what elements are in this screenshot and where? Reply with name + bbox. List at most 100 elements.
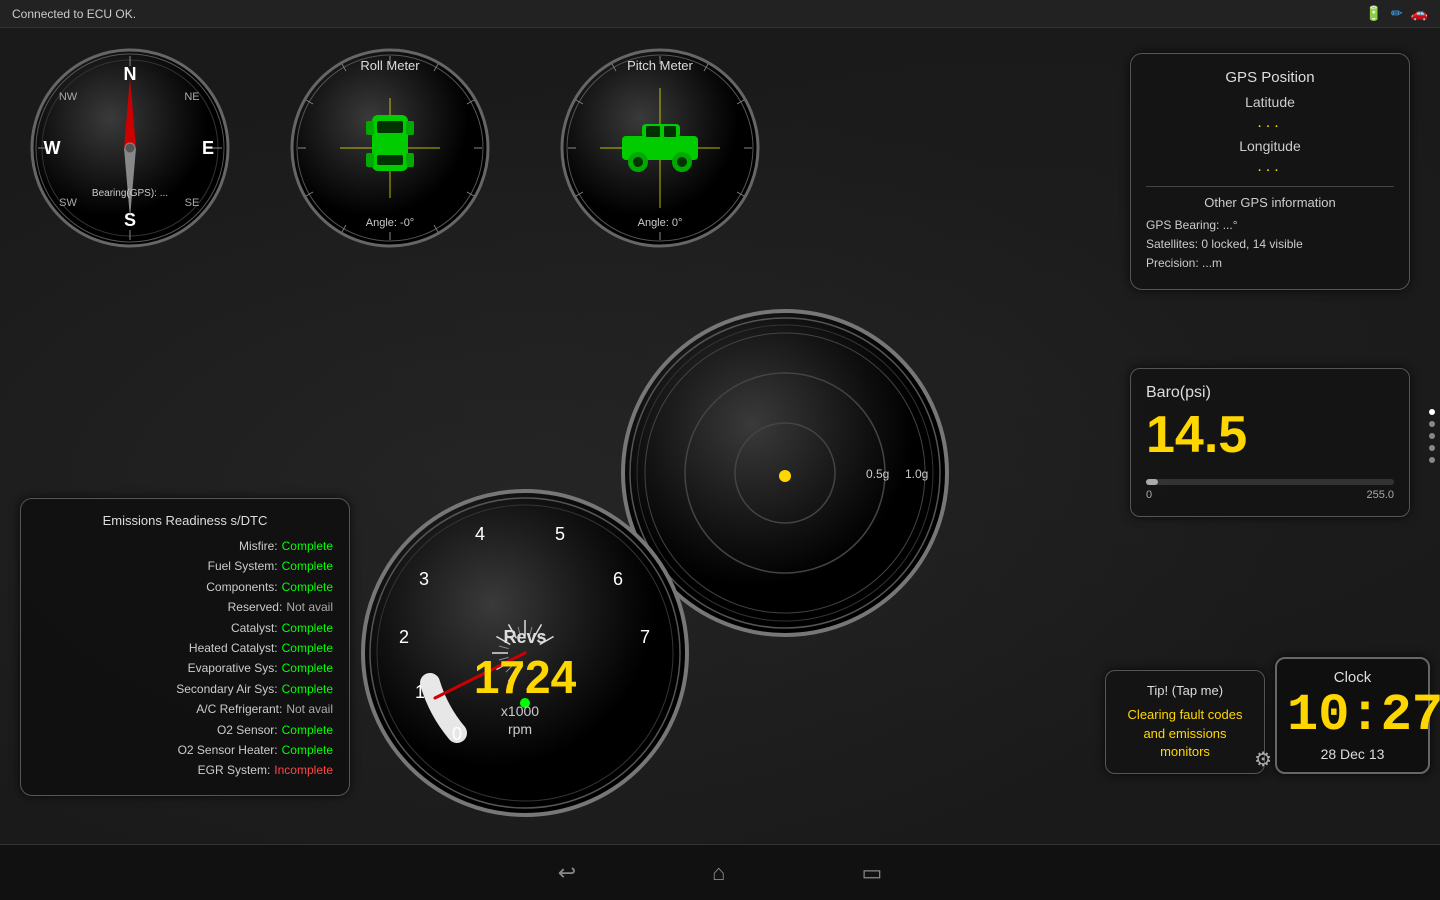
pitch-gauge: Pitch Meter Angle: 0°: [560, 48, 760, 248]
svg-text:Revs: Revs: [503, 627, 546, 647]
battery-icon: 🔋: [1365, 5, 1382, 22]
emissions-value: Complete: [282, 638, 333, 658]
gps-satellites: Satellites: 0 locked, 14 visible: [1146, 235, 1394, 254]
emissions-row: Secondary Air Sys:Complete: [37, 679, 333, 699]
pitch-meter[interactable]: Pitch Meter Angle: 0°: [560, 48, 760, 248]
nav-bar: ↩ ⌂ ▭: [0, 844, 1440, 900]
emissions-key: Components:: [206, 577, 277, 597]
emissions-key: Misfire:: [239, 536, 278, 556]
emissions-value: Complete: [282, 536, 333, 556]
svg-text:6: 6: [613, 569, 623, 589]
svg-text:1.0g: 1.0g: [905, 467, 928, 481]
emissions-value: Not avail: [286, 597, 333, 617]
emissions-row: Components:Complete: [37, 577, 333, 597]
svg-text:E: E: [202, 138, 214, 158]
gps-longitude-label: Longitude: [1146, 138, 1394, 154]
baro-panel[interactable]: Baro(psi) 14.5 0 255.0: [1130, 368, 1410, 517]
roll-meter[interactable]: Roll Meter Angle: -0°: [290, 48, 490, 248]
settings-icon[interactable]: ⚙: [1254, 747, 1272, 772]
side-dots: [1429, 409, 1435, 463]
emissions-key: EGR System:: [198, 760, 271, 780]
svg-text:1724: 1724: [474, 651, 577, 703]
emissions-row: Heated Catalyst:Complete: [37, 638, 333, 658]
recent-button[interactable]: ▭: [853, 852, 890, 894]
clock-label: Clock: [1287, 669, 1418, 686]
pencil-icon: ✏: [1391, 5, 1403, 22]
svg-text:SE: SE: [185, 197, 200, 209]
svg-text:x1000: x1000: [501, 703, 539, 719]
emissions-key: Reserved:: [228, 597, 283, 617]
emissions-row: Catalyst:Complete: [37, 618, 333, 638]
emissions-value: Complete: [282, 658, 333, 678]
back-button[interactable]: ↩: [550, 852, 584, 894]
side-dot-1: [1429, 409, 1435, 415]
emissions-title: Emissions Readiness s/DTC: [37, 513, 333, 528]
side-dot-4: [1429, 445, 1435, 451]
svg-text:4: 4: [475, 524, 485, 544]
roll-gauge: Roll Meter Angle: -0°: [290, 48, 490, 248]
status-text: Connected to ECU OK.: [12, 7, 136, 21]
side-dot-3: [1429, 433, 1435, 439]
gps-longitude-value: ...: [1146, 158, 1394, 176]
svg-text:Angle: -0°: Angle: -0°: [366, 217, 414, 229]
emissions-row: Fuel System:Complete: [37, 556, 333, 576]
emissions-value: Complete: [282, 618, 333, 638]
clock-date: 28 Dec 13: [1287, 746, 1418, 762]
svg-text:3: 3: [419, 569, 429, 589]
emissions-row: EGR System:Incomplete: [37, 760, 333, 780]
emissions-key: O2 Sensor Heater:: [178, 740, 278, 760]
svg-text:0.5g: 0.5g: [866, 467, 889, 481]
baro-bar-labels: 0 255.0: [1146, 489, 1394, 501]
emissions-value: Complete: [282, 679, 333, 699]
svg-text:NE: NE: [184, 91, 199, 103]
emissions-panel[interactable]: Emissions Readiness s/DTC Misfire:Comple…: [20, 498, 350, 796]
emissions-value: Not avail: [286, 699, 333, 719]
emissions-row: A/C Refrigerant:Not avail: [37, 699, 333, 719]
svg-text:NW: NW: [59, 91, 78, 103]
clock-time: 10:27: [1287, 690, 1418, 742]
svg-text:SW: SW: [59, 197, 77, 209]
rpm-svg: 0 1 2 3 4 5 6 7 Revs 1724 x1000 rpm: [360, 488, 690, 818]
emissions-value: Complete: [282, 740, 333, 760]
emissions-value: Incomplete: [274, 760, 333, 780]
gps-precision: Precision: ...m: [1146, 254, 1394, 273]
car-icon: 🚗: [1411, 5, 1428, 22]
svg-text:7: 7: [640, 627, 650, 647]
svg-text:5: 5: [555, 524, 565, 544]
status-icons: 🔋 ✏ 🚗: [1365, 5, 1428, 22]
home-button[interactable]: ⌂: [704, 852, 733, 894]
emissions-row: O2 Sensor:Complete: [37, 720, 333, 740]
gps-other-info: Other GPS information GPS Bearing: ...° …: [1146, 186, 1394, 274]
compass-gauge: N S W E NW NE SW SE Bearing(GPS): ...: [30, 48, 230, 248]
side-dot-2: [1429, 421, 1435, 427]
emissions-key: Secondary Air Sys:: [176, 679, 277, 699]
gps-bearing: GPS Bearing: ...°: [1146, 216, 1394, 235]
tip-panel[interactable]: Tip! (Tap me) Clearing fault codes and e…: [1105, 670, 1265, 774]
svg-text:Bearing(GPS): ...: Bearing(GPS): ...: [92, 188, 168, 199]
svg-text:2: 2: [399, 627, 409, 647]
emissions-value: Complete: [282, 577, 333, 597]
emissions-row: Evaporative Sys:Complete: [37, 658, 333, 678]
side-dot-5: [1429, 457, 1435, 463]
gps-title: GPS Position: [1146, 69, 1394, 86]
gps-latitude-value: ...: [1146, 114, 1394, 132]
baro-value: 14.5: [1146, 407, 1394, 464]
compass-widget[interactable]: N S W E NW NE SW SE Bearing(GPS): ...: [30, 48, 230, 248]
main-content: N S W E NW NE SW SE Bearing(GPS): ...: [0, 28, 1440, 844]
emissions-rows: Misfire:CompleteFuel System:CompleteComp…: [37, 536, 333, 781]
emissions-key: Catalyst:: [231, 618, 278, 638]
gps-panel[interactable]: GPS Position Latitude ... Longitude ... …: [1130, 53, 1410, 290]
emissions-value: Complete: [282, 556, 333, 576]
rpm-gauge[interactable]: 0 1 2 3 4 5 6 7 Revs 1724 x1000 rpm: [360, 488, 690, 818]
emissions-row: Misfire:Complete: [37, 536, 333, 556]
emissions-key: Fuel System:: [208, 556, 278, 576]
emissions-key: A/C Refrigerant:: [196, 699, 282, 719]
svg-text:Angle: 0°: Angle: 0°: [638, 217, 683, 229]
emissions-value: Complete: [282, 720, 333, 740]
emissions-key: O2 Sensor:: [217, 720, 278, 740]
tip-title: Tip! (Tap me): [1118, 683, 1252, 698]
svg-text:rpm: rpm: [508, 721, 532, 737]
clock-panel[interactable]: Clock 10:27 28 Dec 13: [1275, 657, 1430, 774]
baro-bar: [1146, 479, 1394, 485]
gps-latitude-label: Latitude: [1146, 94, 1394, 110]
